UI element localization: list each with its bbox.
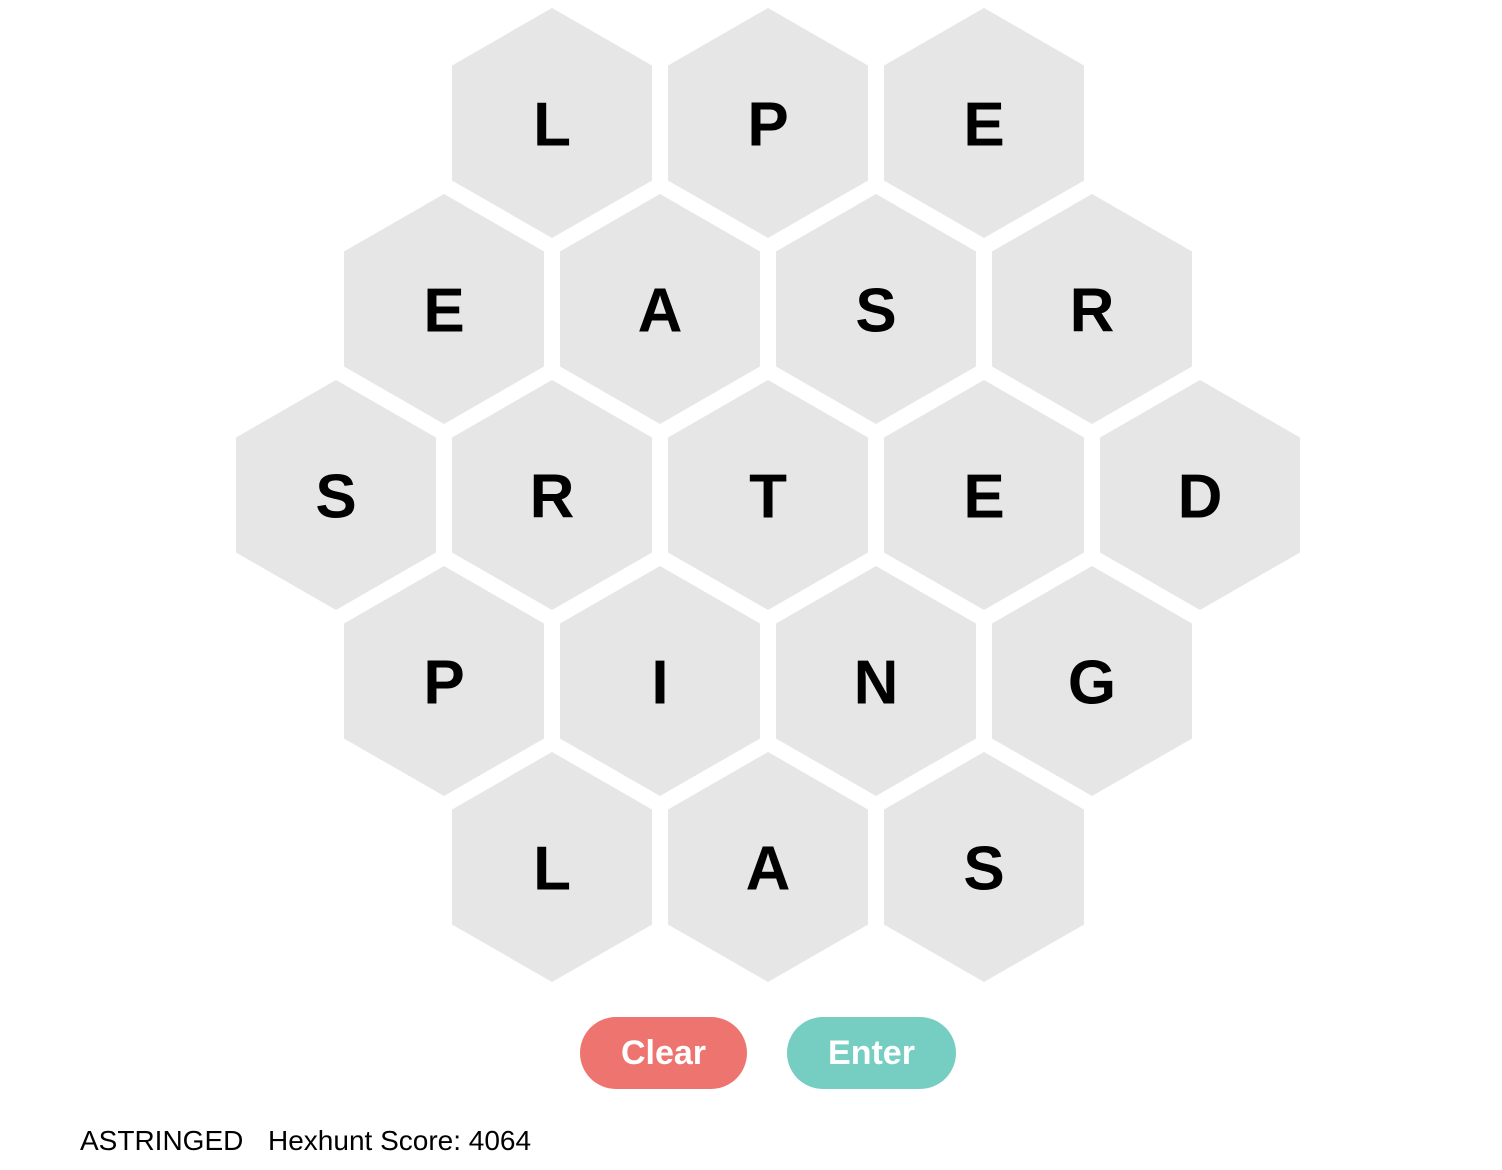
hex-tile[interactable]: D — [1100, 380, 1300, 610]
hex-tile[interactable]: R — [452, 380, 652, 610]
hex-tile[interactable]: L — [452, 752, 652, 982]
hex-tile[interactable]: P — [668, 8, 868, 238]
hex-tile[interactable]: A — [560, 194, 760, 424]
hex-tile[interactable]: L — [452, 8, 652, 238]
score-value: 4064 — [468, 1125, 532, 1156]
hex-tile-shape[interactable] — [344, 194, 544, 424]
hex-board: L P EE A S RS R T E DP I N GL A S — [236, 8, 1300, 982]
hex-tile[interactable]: P — [344, 566, 544, 796]
hex-tile-shape[interactable] — [668, 8, 868, 238]
hex-tile-shape[interactable] — [236, 380, 436, 610]
hex-tile[interactable]: I — [560, 566, 760, 796]
hex-tile-shape[interactable] — [884, 380, 1084, 610]
hex-tile[interactable]: S — [236, 380, 436, 610]
score-label: Hexhunt Score: — [268, 1125, 461, 1156]
hex-tile-shape[interactable] — [452, 380, 652, 610]
hex-tile-shape[interactable] — [884, 752, 1084, 982]
hex-tile[interactable]: T — [668, 380, 868, 610]
hex-tile-shape[interactable] — [776, 194, 976, 424]
hex-tile-shape[interactable] — [776, 566, 976, 796]
hex-tile-shape[interactable] — [344, 566, 544, 796]
hex-tile-shape[interactable] — [452, 8, 652, 238]
hex-tile[interactable]: E — [884, 8, 1084, 238]
hex-tile-shape[interactable] — [668, 752, 868, 982]
hex-tile-shape[interactable] — [560, 194, 760, 424]
hex-tile[interactable]: S — [776, 194, 976, 424]
hex-tile[interactable]: N — [776, 566, 976, 796]
hex-tile-shape[interactable] — [1100, 380, 1300, 610]
hex-tile-shape[interactable] — [992, 566, 1192, 796]
clear-button[interactable]: Clear — [580, 1017, 747, 1089]
current-word: ASTRINGED — [80, 1125, 244, 1156]
hex-tile-shape[interactable] — [560, 566, 760, 796]
hex-tile[interactable]: E — [884, 380, 1084, 610]
hex-tile[interactable]: S — [884, 752, 1084, 982]
hex-tile-shape[interactable] — [452, 752, 652, 982]
hex-tile[interactable]: E — [344, 194, 544, 424]
hex-tile-shape[interactable] — [884, 8, 1084, 238]
hex-tile-shape[interactable] — [992, 194, 1192, 424]
hex-tile[interactable]: R — [992, 194, 1192, 424]
hex-tile-shape[interactable] — [668, 380, 868, 610]
hex-tile[interactable]: A — [668, 752, 868, 982]
score-display: Hexhunt Score: 4064 — [268, 1124, 531, 1158]
hex-tile[interactable]: G — [992, 566, 1192, 796]
enter-button[interactable]: Enter — [787, 1017, 956, 1089]
